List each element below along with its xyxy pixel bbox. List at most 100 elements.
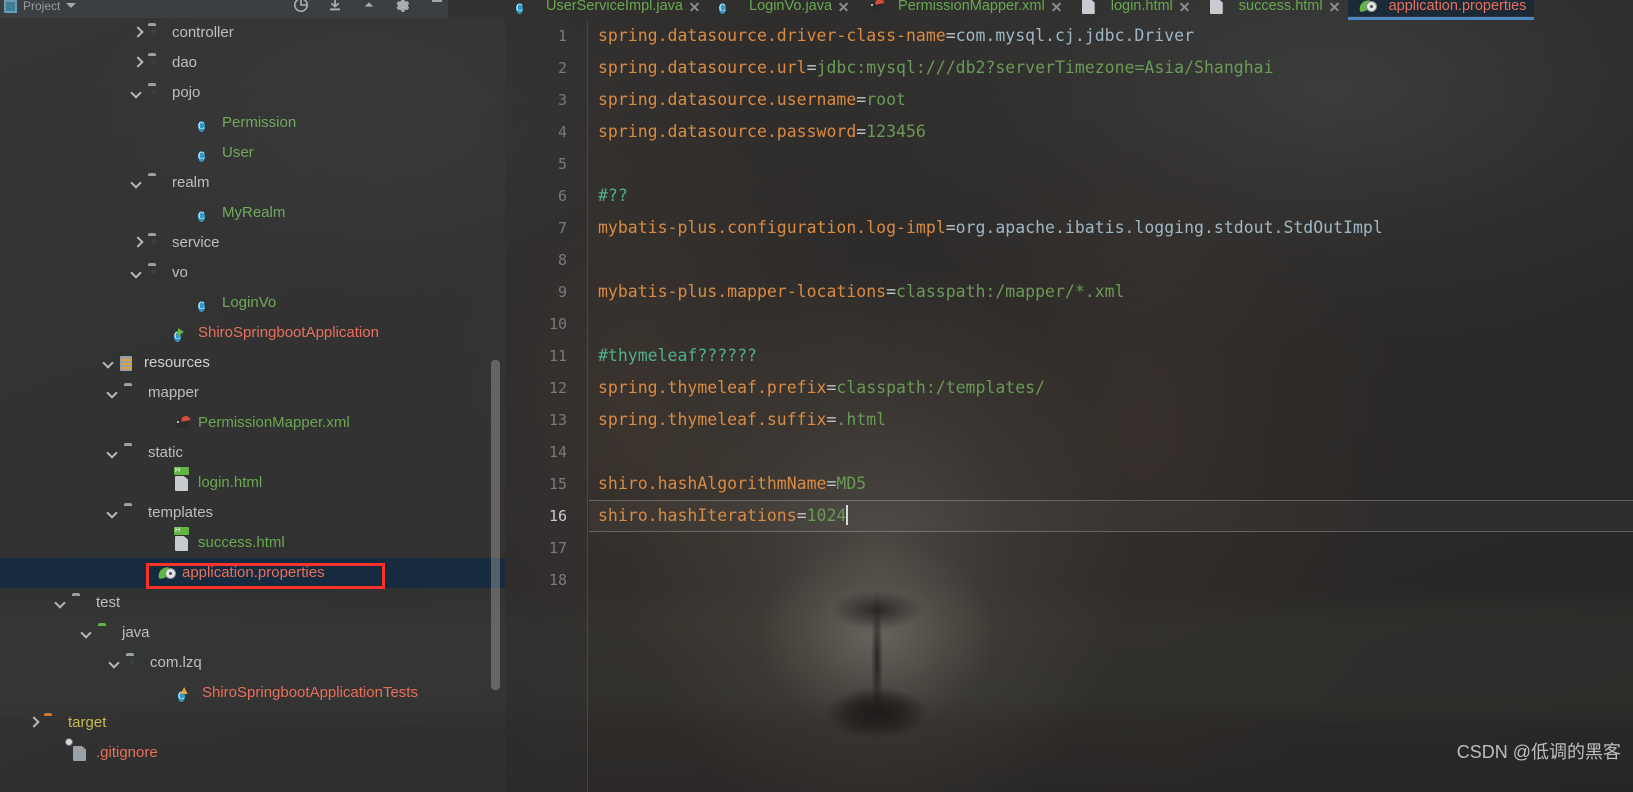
editor-tab-bar[interactable]: C UserServiceImpl.java C LoginVo.java Permis… [505, 0, 1633, 20]
code-line[interactable]: 5 [505, 148, 1633, 180]
tree-item-label: ShiroSpringbootApplicationTests [202, 684, 418, 701]
code-line[interactable]: 3 spring.datasource.username=root [505, 84, 1633, 116]
locate-target-icon[interactable] [292, 0, 310, 14]
tree-item-resources[interactable]: resources [0, 348, 505, 378]
chevron-down-icon[interactable] [108, 388, 119, 399]
tree-item-loginvo[interactable]: C LoginVo [0, 288, 505, 318]
chevron-right-icon[interactable] [132, 28, 143, 39]
chevron-right-icon[interactable] [28, 718, 39, 729]
chevron-down-icon[interactable] [56, 598, 67, 609]
html-file-icon: H [174, 527, 192, 551]
code-line[interactable]: 6 #?? [505, 180, 1633, 212]
tree-item-login-html[interactable]: Hlogin.html [0, 467, 505, 498]
chevron-down-icon[interactable] [132, 268, 143, 279]
code-line[interactable]: 14 [505, 436, 1633, 468]
chevron-right-icon[interactable] [132, 58, 143, 69]
folder-icon [148, 175, 166, 191]
settings-gear-icon[interactable] [394, 0, 412, 14]
line-number: 14 [548, 443, 567, 461]
editor-tab-login-html[interactable]: Hlogin.html [1070, 0, 1198, 16]
line-number: 13 [548, 411, 567, 429]
close-icon[interactable] [1329, 1, 1340, 12]
code-line[interactable]: 17 [505, 532, 1633, 564]
code-text: #thymeleaf?????? [598, 340, 757, 372]
tree-item-user[interactable]: C User [0, 138, 505, 168]
chevron-down-icon[interactable] [132, 88, 143, 99]
chevron-down-icon[interactable] [82, 628, 93, 639]
code-line[interactable]: 4 spring.datasource.password=123456 [505, 116, 1633, 148]
line-number: 7 [557, 219, 567, 237]
equals-sign: = [796, 506, 807, 525]
tree-item-success-html[interactable]: Hsuccess.html [0, 527, 505, 558]
tree-item-gitignore[interactable]: .gitignore [0, 738, 505, 768]
tree-item-templates[interactable]: templates [0, 498, 505, 528]
expand-all-icon[interactable] [360, 0, 378, 14]
chevron-down-icon[interactable] [108, 508, 119, 519]
tree-item-com-lzq[interactable]: com.lzq [0, 648, 505, 678]
line-number: 9 [557, 283, 567, 301]
code-line[interactable]: 15 shiro.hashAlgorithmName=MD5 [505, 468, 1633, 500]
equals-sign: = [856, 90, 867, 109]
code-line[interactable]: 11 #thymeleaf?????? [505, 340, 1633, 372]
hide-window-icon[interactable] [428, 0, 446, 14]
tree-item-shirospringbootapplicationtests[interactable]: C ShiroSpringbootApplicationTests [0, 678, 505, 708]
line-number: 5 [557, 155, 567, 173]
tree-item-dao[interactable]: dao [0, 48, 505, 78]
close-icon[interactable] [1179, 1, 1190, 12]
code-line[interactable]: 18 [505, 564, 1633, 596]
tree-item-realm[interactable]: realm [0, 168, 505, 198]
code-line[interactable]: 13 spring.thymeleaf.suffix=.html [505, 404, 1633, 436]
folder-icon [124, 385, 142, 401]
project-file-tree[interactable]: controller dao pojo C Permission C User realm C M… [0, 18, 505, 792]
tree-item-target[interactable]: target [0, 708, 505, 738]
close-icon[interactable] [1051, 1, 1062, 12]
tree-item-vo[interactable]: vo [0, 258, 505, 288]
java-class-icon: C [198, 151, 205, 162]
editor-tab-loginvo-java[interactable]: C LoginVo.java [708, 0, 857, 16]
excluded-folder-icon [44, 715, 62, 731]
chevron-down-icon[interactable] [108, 448, 119, 459]
collapse-all-icon[interactable] [326, 0, 344, 14]
tree-item-label: com.lzq [150, 654, 202, 671]
code-line[interactable]: 10 [505, 308, 1633, 340]
code-line[interactable]: 1 spring.datasource.driver-class-name=com… [505, 20, 1633, 52]
chevron-down-icon[interactable] [132, 178, 143, 189]
tree-item-controller[interactable]: controller [0, 18, 505, 48]
chevron-right-icon[interactable] [132, 238, 143, 249]
chevron-down-icon[interactable] [66, 2, 77, 8]
editor-text-area[interactable]: 1 spring.datasource.driver-class-name=com… [505, 20, 1633, 596]
tree-item-test[interactable]: test [0, 588, 505, 618]
close-icon[interactable] [838, 1, 849, 12]
tree-item-label: java [122, 624, 150, 641]
tree-item-java[interactable]: java [0, 618, 505, 648]
close-icon[interactable] [689, 1, 700, 12]
code-line[interactable]: 2 spring.datasource.url=jdbc:mysql:///db2… [505, 52, 1633, 84]
code-line[interactable]: 12 spring.thymeleaf.prefix=classpath:/tem… [505, 372, 1633, 404]
editor-tab-success-html[interactable]: Hsuccess.html [1198, 0, 1348, 16]
editor-tab-userserviceimpl-java[interactable]: C UserServiceImpl.java [505, 0, 708, 16]
code-line[interactable]: 9 mybatis-plus.mapper-locations=classpath… [505, 276, 1633, 308]
project-tree-scrollbar[interactable] [491, 360, 500, 690]
editor-tab-permissionmapper-xml[interactable]: PermissionMapper.xml [857, 0, 1070, 16]
code-line[interactable]: 8 [505, 244, 1633, 276]
line-number: 11 [548, 347, 567, 365]
code-text: spring.datasource.username=root [598, 84, 906, 116]
java-class-icon: C [719, 3, 726, 14]
tree-item-static[interactable]: static [0, 438, 505, 468]
tree-item-service[interactable]: service [0, 228, 505, 258]
editor-tab-application-properties[interactable]: application.properties [1347, 0, 1535, 20]
folder-icon [72, 595, 90, 611]
package-folder-icon [148, 265, 166, 281]
tree-item-permission[interactable]: C Permission [0, 108, 505, 138]
tree-item-application-properties[interactable]: application.properties [0, 558, 505, 588]
chevron-down-icon[interactable] [110, 658, 121, 669]
tree-item-pojo[interactable]: pojo [0, 78, 505, 108]
tree-item-permissionmapper-xml[interactable]: PermissionMapper.xml [0, 408, 505, 438]
tree-item-myrealm[interactable]: C MyRealm [0, 198, 505, 228]
code-line[interactable]: 16 shiro.hashIterations=1024 [505, 500, 1633, 532]
chevron-down-icon[interactable] [104, 358, 115, 369]
code-line[interactable]: 7 mybatis-plus.configuration.log-impl=org… [505, 212, 1633, 244]
code-editor[interactable]: 1 spring.datasource.driver-class-name=com… [505, 20, 1633, 792]
tree-item-mapper[interactable]: mapper [0, 378, 505, 408]
tree-item-shirospringbootapplication[interactable]: C ShiroSpringbootApplication [0, 318, 505, 348]
